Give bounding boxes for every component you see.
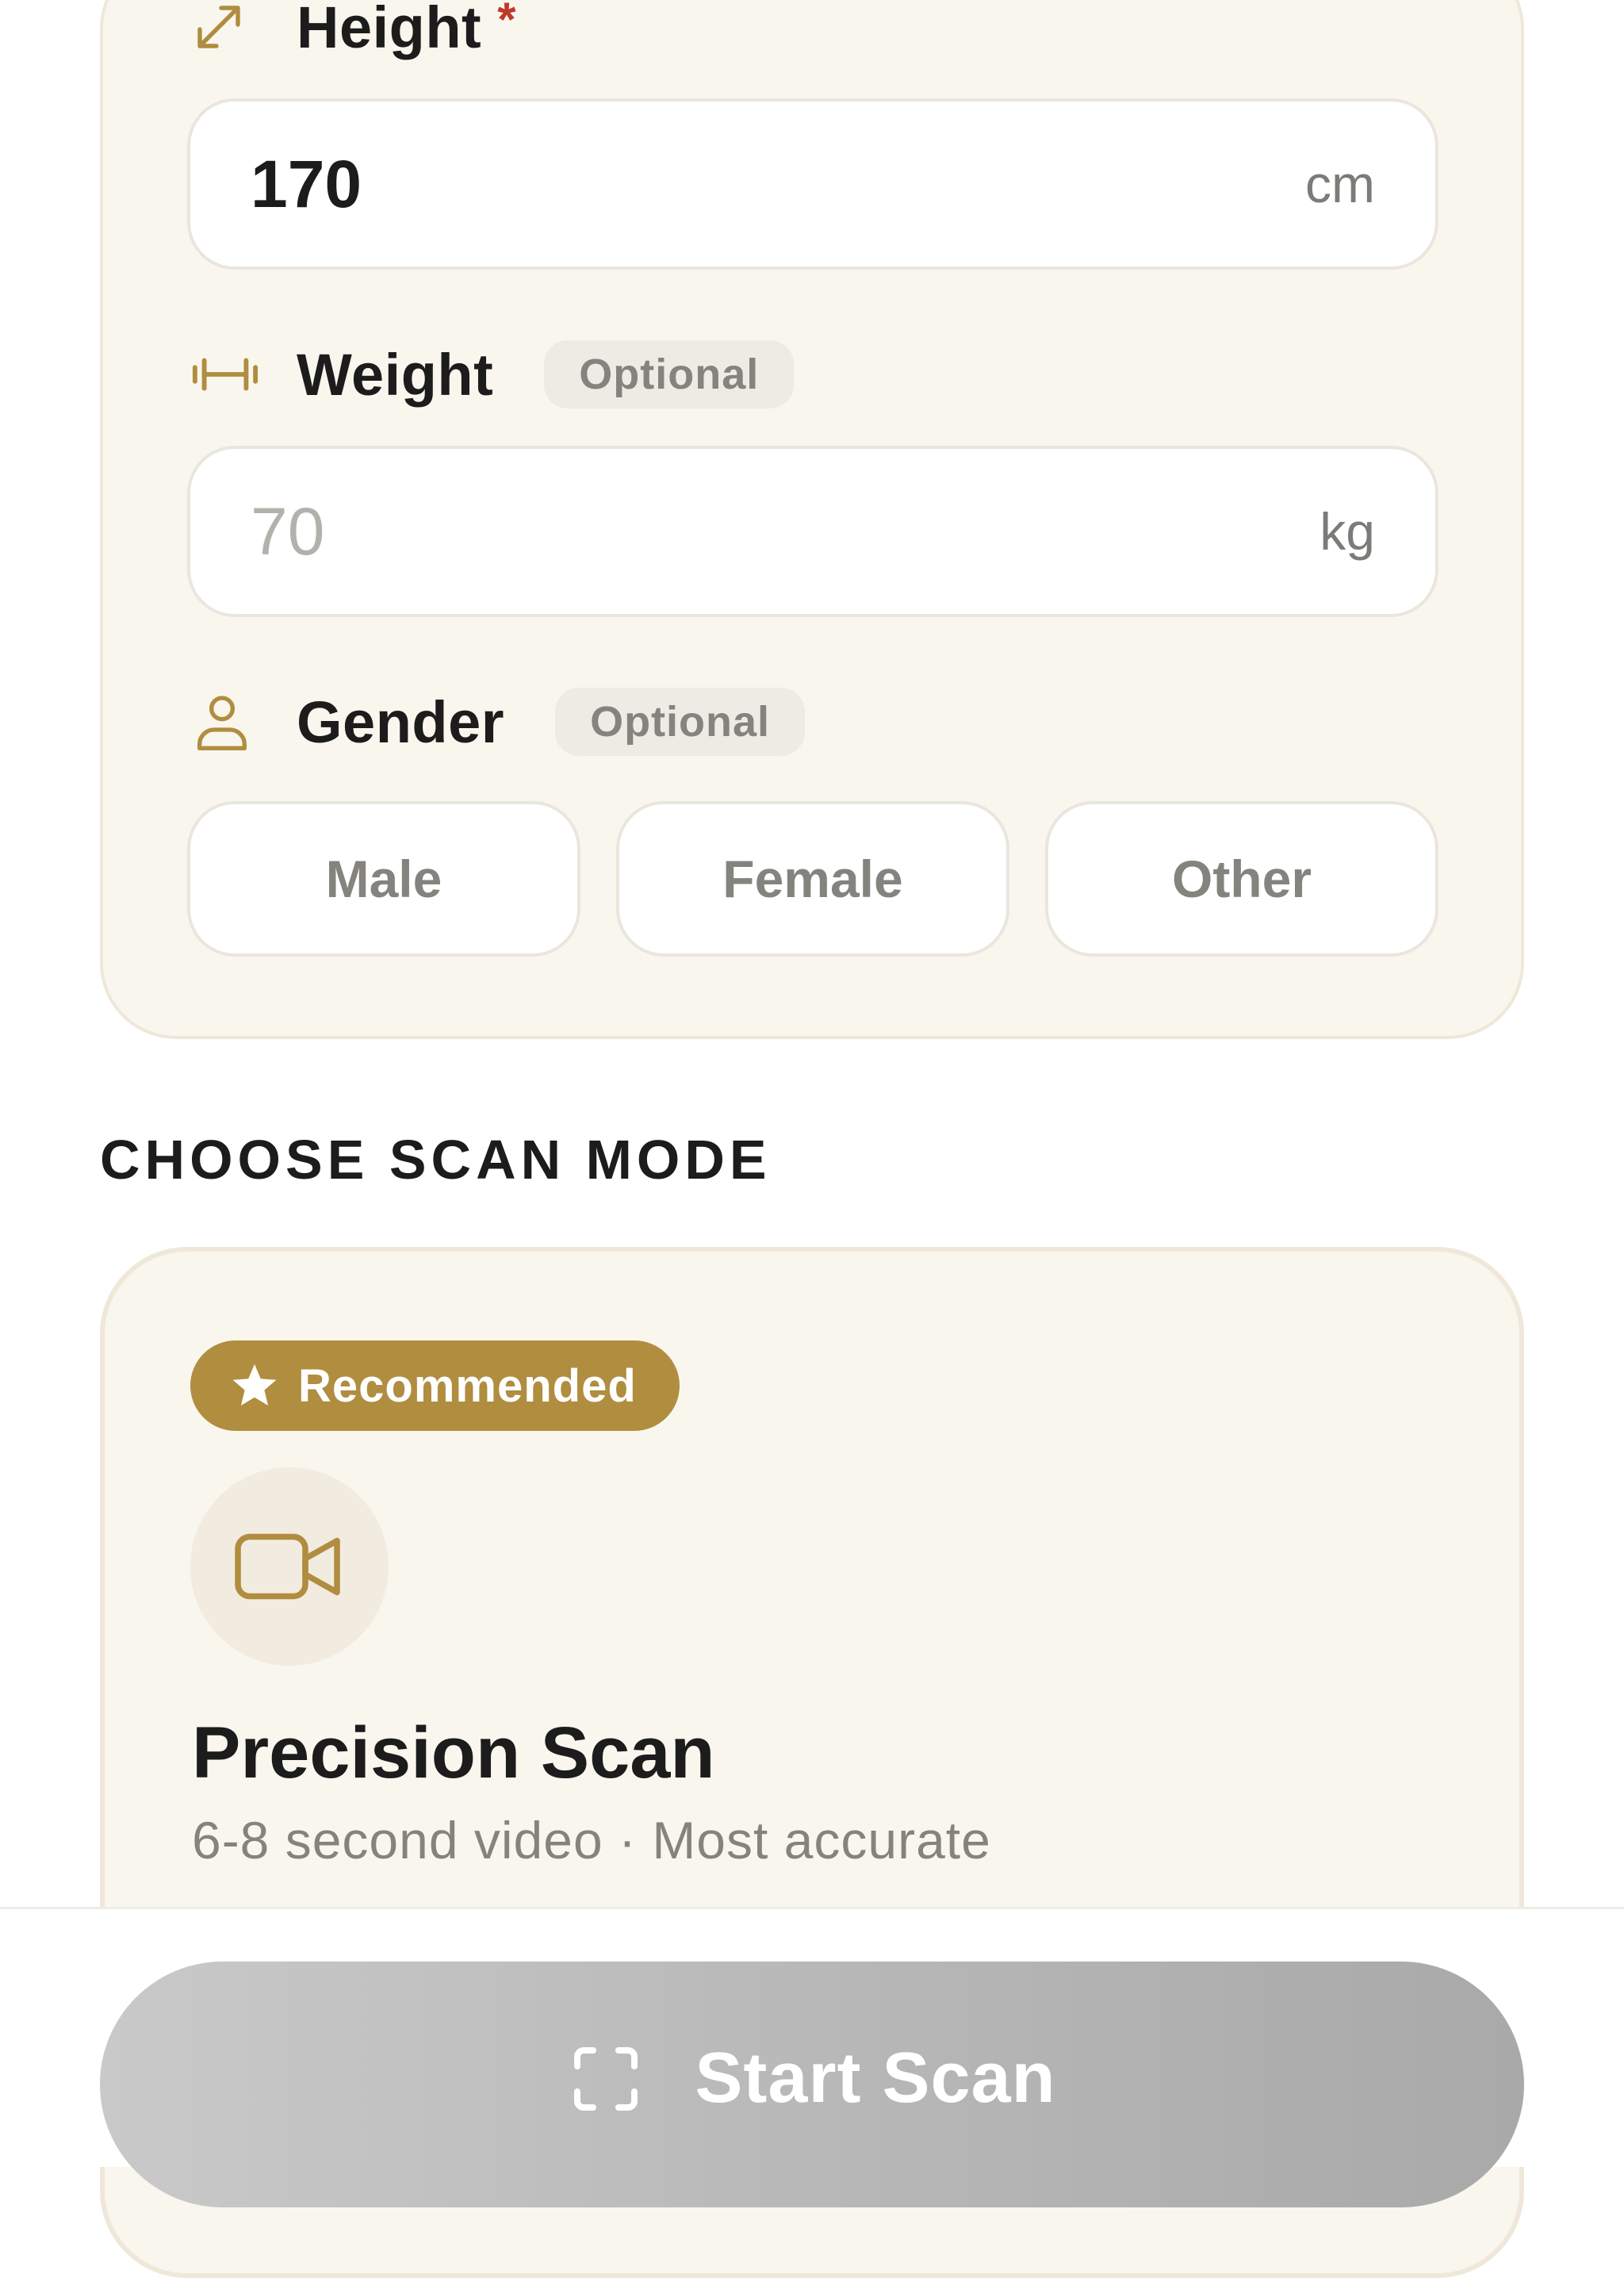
height-label-row: Height * (190, 0, 516, 60)
gender-optional-tag: Optional (555, 688, 806, 756)
gender-label-row: Gender Optional (190, 688, 806, 756)
weight-input[interactable]: 70 kg (187, 446, 1438, 617)
mode-subtitle: 6-8 second video · Most accurate (192, 1811, 991, 1870)
gender-option-male[interactable]: Male (187, 801, 580, 957)
required-marker: * (497, 0, 516, 46)
weight-optional-tag: Optional (544, 340, 795, 408)
gender-label: Gender (297, 688, 505, 755)
mode-icon-container (190, 1467, 389, 1666)
scan-frame-icon (574, 2047, 638, 2111)
height-unit: cm (1305, 155, 1375, 213)
weight-placeholder: 70 (251, 494, 325, 569)
weight-unit: kg (1320, 502, 1375, 561)
weight-label: Weight (297, 341, 494, 408)
start-scan-label: Start Scan (695, 2038, 1056, 2118)
scan-mode-heading: CHOOSE SCAN MODE (100, 1129, 772, 1191)
mode-title: Precision Scan (192, 1712, 715, 1793)
start-scan-button[interactable]: Start Scan (100, 1962, 1524, 2207)
star-icon (232, 1363, 277, 1406)
profile-card: Height * 170 cm Weight Optional 70 kg Ge… (100, 0, 1524, 1039)
gender-option-female[interactable]: Female (616, 801, 1009, 957)
bottom-action-bar: Start Scan (0, 1907, 1624, 2207)
height-label: Height (297, 0, 482, 60)
weight-label-row: Weight Optional (190, 340, 795, 408)
height-input[interactable]: 170 cm (187, 98, 1438, 270)
person-icon (190, 690, 260, 754)
dumbbell-icon (190, 343, 260, 406)
recommended-badge-label: Recommended (298, 1360, 637, 1412)
gender-options: Male Female Other (187, 801, 1438, 957)
gender-option-other[interactable]: Other (1045, 801, 1438, 957)
height-value: 170 (251, 147, 362, 221)
video-camera-icon (235, 1533, 340, 1600)
resize-arrow-icon (190, 0, 260, 59)
recommended-badge: Recommended (190, 1340, 680, 1431)
